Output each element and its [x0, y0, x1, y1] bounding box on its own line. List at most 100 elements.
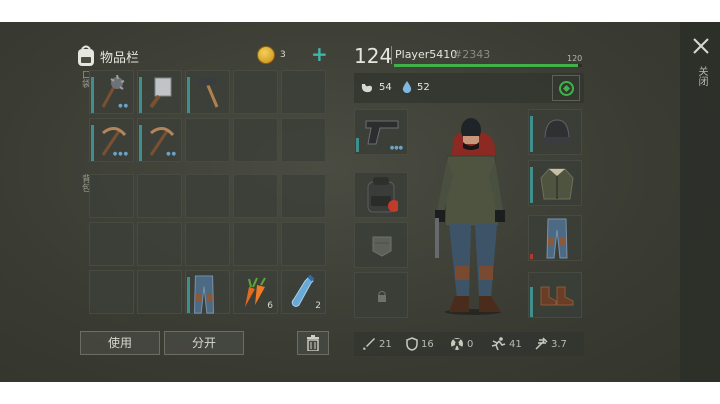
equip-slot-head[interactable]	[528, 109, 582, 155]
trash-button[interactable]	[297, 331, 329, 355]
speed-value: 41	[509, 338, 522, 350]
add-coins-button[interactable]: +	[311, 42, 328, 66]
backpack-slot[interactable]	[281, 174, 326, 218]
backpack-slot[interactable]	[233, 222, 278, 266]
weight-value: 3.7	[551, 338, 567, 350]
use-button[interactable]: 使用	[80, 331, 160, 355]
durability-bar	[187, 77, 190, 113]
needs-bar: 54 52	[354, 73, 584, 103]
lock-icon	[378, 291, 386, 302]
equip-slot-torso[interactable]	[528, 160, 582, 206]
stat-weight: 3.7	[534, 337, 567, 351]
durability-dots: ●●●	[112, 151, 129, 157]
durability-bar	[139, 125, 142, 161]
equip-slot-legs[interactable]	[528, 215, 582, 261]
cleaver-icon	[145, 75, 175, 113]
backpack-slot[interactable]	[89, 222, 134, 266]
backpack-slot[interactable]	[185, 222, 230, 266]
xp-bar	[394, 64, 582, 67]
jeans-icon	[546, 218, 568, 259]
equip-slot-weapon[interactable]: ●●●	[354, 109, 408, 155]
jeans-icon	[193, 275, 215, 319]
durability-bar	[139, 77, 142, 113]
close-icon	[693, 38, 709, 54]
stat-speed: 41	[490, 337, 522, 351]
backpack-icon	[76, 44, 96, 68]
durability-dots: ●●	[166, 151, 177, 157]
pocket-slot[interactable]	[281, 118, 326, 162]
backpack-slot[interactable]: 6	[233, 270, 278, 314]
backpack-slot[interactable]	[89, 174, 134, 218]
backpack-slot[interactable]	[137, 174, 182, 218]
item-count: 6	[267, 301, 273, 311]
pocket-slot[interactable]	[233, 118, 278, 162]
item-count: 2	[315, 301, 321, 311]
hunger-value: 54	[379, 82, 392, 93]
equip-slot-backpack[interactable]	[354, 172, 408, 218]
shield-icon	[406, 337, 418, 351]
backpack-slot[interactable]	[185, 270, 230, 314]
backpack-slot[interactable]	[89, 270, 134, 314]
durability-bar	[530, 287, 533, 317]
radiation-icon	[451, 338, 463, 350]
equip-slot-pouch[interactable]	[354, 222, 408, 268]
pouch-icon	[372, 236, 392, 257]
pocket-slot[interactable]: ●●●	[89, 118, 134, 162]
backpack-slot[interactable]: 2	[281, 270, 326, 314]
hammer-icon	[193, 75, 223, 113]
trash-icon	[307, 335, 319, 352]
durability-bar	[356, 138, 359, 152]
pocket-slot[interactable]	[185, 118, 230, 162]
weight-icon	[535, 337, 548, 350]
backpack-slot[interactable]	[137, 270, 182, 314]
backpack-slot[interactable]	[137, 222, 182, 266]
durability-bar	[530, 254, 533, 259]
backpack-slot[interactable]	[281, 222, 326, 266]
player-level: 124	[354, 44, 393, 68]
close-label: 关闭	[696, 66, 707, 86]
coin-icon	[257, 46, 275, 64]
stats-bar: 21 16 0 41 3.7	[354, 332, 584, 356]
level-divider	[391, 46, 392, 64]
equip-slot-locked[interactable]	[354, 272, 408, 318]
coin-count: 3	[280, 50, 286, 60]
player-name: Player5410	[395, 48, 458, 61]
defense-value: 16	[421, 338, 434, 350]
stat-defense: 16	[406, 337, 434, 351]
pistol-icon	[365, 120, 399, 145]
pocket-slot[interactable]: ●●	[137, 118, 182, 162]
player-character	[435, 118, 505, 315]
water-drop-icon	[402, 81, 412, 93]
ammo-dots: ●●●	[389, 145, 403, 151]
inventory-title: 物品栏	[100, 51, 140, 66]
durability-bar	[530, 167, 533, 203]
stat-radiation: 0	[450, 337, 473, 351]
radiation-value: 0	[467, 338, 474, 350]
beanie-icon	[544, 119, 570, 144]
status-button[interactable]	[552, 75, 580, 101]
stat-attack: 21	[362, 337, 392, 351]
backpack-slot[interactable]	[185, 174, 230, 218]
attack-value: 21	[379, 338, 392, 350]
pocket-slot[interactable]	[137, 70, 182, 114]
water-value: 52	[417, 82, 430, 93]
player-tag: #2343	[453, 48, 491, 61]
stomach-icon	[361, 84, 372, 93]
pocket-slot[interactable]: ●●	[89, 70, 134, 114]
game-screen: 物品栏 3 + 口袋 背包 ●● ●●● ●● 62 使用 分开 124 Playe…	[0, 22, 720, 382]
boots-icon	[540, 286, 574, 306]
durability-bar	[91, 77, 94, 113]
running-icon	[491, 337, 506, 351]
backpack-item-icon	[367, 177, 398, 213]
jacket-icon	[540, 168, 574, 200]
durability-bar	[530, 116, 533, 152]
split-button[interactable]: 分开	[164, 331, 244, 355]
durability-bar	[91, 125, 94, 161]
pocket-slot[interactable]	[281, 70, 326, 114]
close-button[interactable]	[691, 36, 711, 56]
status-icon	[559, 81, 574, 96]
backpack-slot[interactable]	[233, 174, 278, 218]
pocket-slot[interactable]	[233, 70, 278, 114]
equip-slot-feet[interactable]	[528, 272, 582, 318]
pocket-slot[interactable]	[185, 70, 230, 114]
